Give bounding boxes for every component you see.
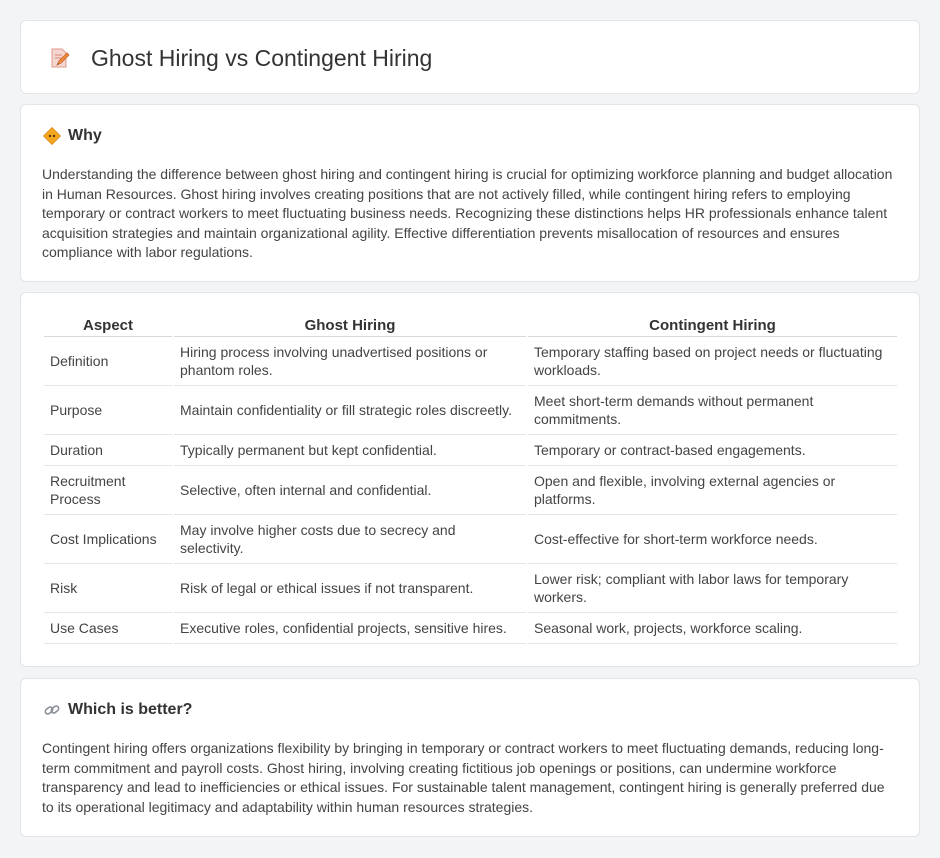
ghost-cell: May involve higher costs due to secrecy … [174, 515, 526, 564]
table-row: Cost Implications May involve higher cos… [44, 515, 897, 564]
column-header-contingent: Contingent Hiring [528, 315, 897, 337]
ghost-cell: Typically permanent but kept confidentia… [174, 435, 526, 466]
aspect-cell: Risk [44, 564, 172, 613]
why-heading: Why [68, 127, 102, 144]
page-title: Ghost Hiring vs Contingent Hiring [91, 44, 433, 71]
document-pen-icon [47, 46, 71, 70]
contingent-cell: Lower risk; compliant with labor laws fo… [528, 564, 897, 613]
title-row: Ghost Hiring vs Contingent Hiring [47, 43, 432, 73]
aspect-cell: Purpose [44, 386, 172, 435]
ghost-cell: Risk of legal or ethical issues if not t… [174, 564, 526, 613]
why-section: Why Understanding the difference between… [20, 104, 920, 282]
contingent-cell: Meet short-term demands without permanen… [528, 386, 897, 435]
contingent-cell: Open and flexible, involving external ag… [528, 466, 897, 515]
column-header-ghost: Ghost Hiring [174, 315, 526, 337]
table-row: Use Cases Executive roles, confidential … [44, 613, 897, 644]
comparison-section: Aspect Ghost Hiring Contingent Hiring De… [20, 292, 920, 667]
table-row: Purpose Maintain confidentiality or fill… [44, 386, 897, 435]
ghost-cell: Hiring process involving unadvertised po… [174, 337, 526, 386]
link-icon [43, 701, 61, 719]
better-heading: Which is better? [68, 701, 193, 718]
which-is-better-section: Which is better? Contingent hiring offer… [20, 678, 920, 837]
aspect-cell: Cost Implications [44, 515, 172, 564]
table-row: Risk Risk of legal or ethical issues if … [44, 564, 897, 613]
column-header-aspect: Aspect [44, 315, 172, 337]
aspect-cell: Duration [44, 435, 172, 466]
aspect-cell: Use Cases [44, 613, 172, 644]
contingent-cell: Seasonal work, projects, workforce scali… [528, 613, 897, 644]
comparison-table: Aspect Ghost Hiring Contingent Hiring De… [42, 315, 899, 644]
table-row: Duration Typically permanent but kept co… [44, 435, 897, 466]
table-row: Definition Hiring process involving unad… [44, 337, 897, 386]
aspect-cell: Recruitment Process [44, 466, 172, 515]
contingent-cell: Cost-effective for short-term workforce … [528, 515, 897, 564]
ghost-cell: Maintain confidentiality or fill strateg… [174, 386, 526, 435]
better-text: Contingent hiring offers organizations f… [42, 740, 885, 815]
better-heading-row: Which is better? [43, 701, 192, 719]
why-heading-row: Why [42, 126, 102, 146]
why-text: Understanding the difference between gho… [42, 166, 893, 261]
ghost-cell: Executive roles, confidential projects, … [174, 613, 526, 644]
table-header-row: Aspect Ghost Hiring Contingent Hiring [44, 315, 897, 337]
title-card: Ghost Hiring vs Contingent Hiring [20, 20, 920, 94]
contingent-cell: Temporary staffing based on project need… [528, 337, 897, 386]
table-row: Recruitment Process Selective, often int… [44, 466, 897, 515]
contingent-cell: Temporary or contract-based engagements. [528, 435, 897, 466]
aspect-cell: Definition [44, 337, 172, 386]
diamond-sign-icon [42, 126, 62, 146]
ghost-cell: Selective, often internal and confidenti… [174, 466, 526, 515]
